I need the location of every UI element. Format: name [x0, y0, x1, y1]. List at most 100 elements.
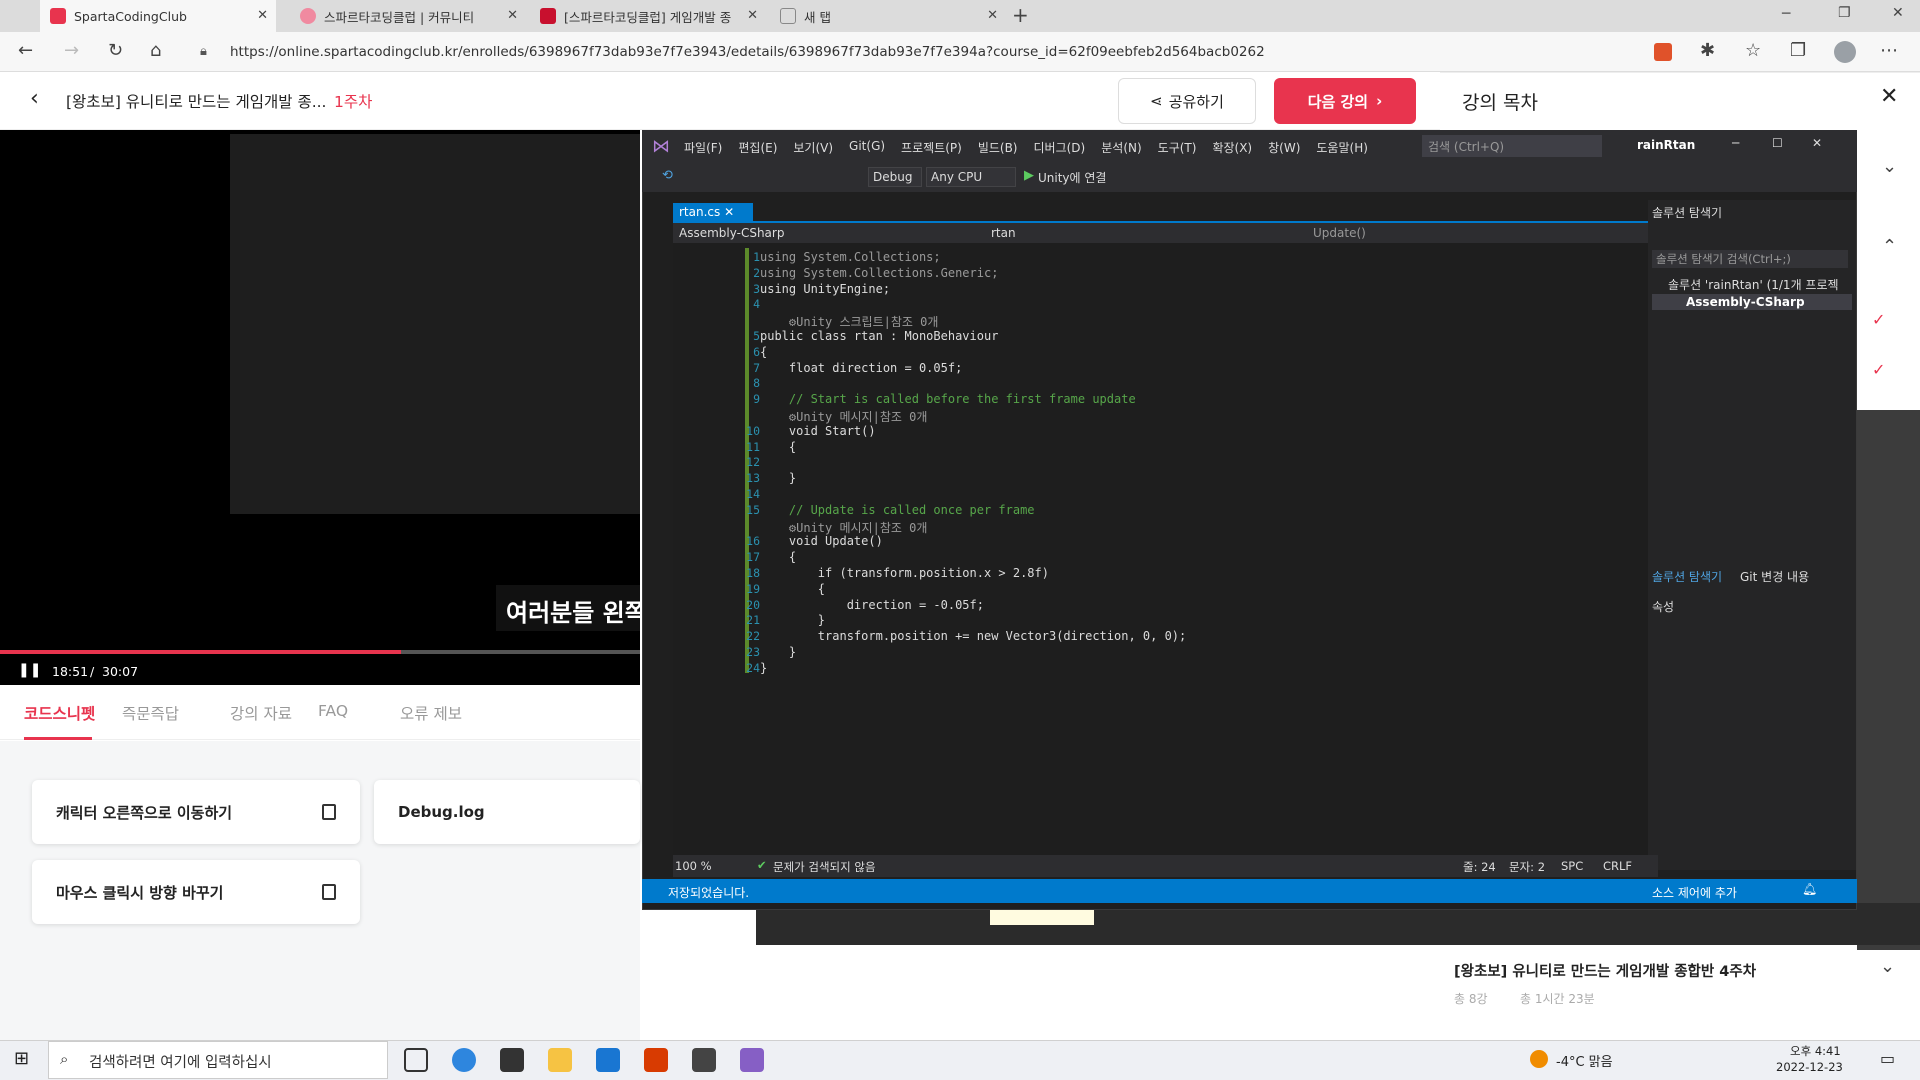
nav-member[interactable]: Update(): [1313, 226, 1366, 240]
nav-back-icon[interactable]: ⟲: [662, 168, 673, 183]
back-arrow-icon[interactable]: ←: [18, 40, 33, 61]
task-view-icon[interactable]: [404, 1048, 428, 1072]
visual-studio-taskbar-icon[interactable]: [740, 1048, 764, 1072]
snippet-card[interactable]: 캐릭터 오른쪽으로 이동하기: [32, 780, 360, 844]
clock-date[interactable]: 2022-12-23: [1776, 1060, 1843, 1074]
favorites-icon[interactable]: ☆: [1745, 40, 1761, 61]
minimize-window-icon[interactable]: ─: [1782, 6, 1790, 22]
file-tab-rtan[interactable]: rtan.cs ✕: [673, 203, 753, 221]
chevron-up-icon[interactable]: ⌃: [1882, 236, 1897, 257]
office-icon[interactable]: [644, 1048, 668, 1072]
tab-code-snippet[interactable]: 코드스니펫: [24, 702, 95, 724]
search-icon: ⌕: [60, 1050, 69, 1068]
tree-project-row[interactable]: Assembly-CSharp: [1652, 294, 1852, 310]
snippet-card[interactable]: Debug.log: [374, 780, 640, 844]
browser-tab-course[interactable]: [스파르타코딩클럽] 게임개발 종 ✕: [530, 0, 766, 32]
copy-icon[interactable]: [322, 804, 336, 820]
snippet-card[interactable]: 마우스 클릭시 방향 바꾸기: [32, 860, 360, 924]
forward-arrow-icon[interactable]: →: [64, 40, 79, 61]
config-select[interactable]: Debug: [868, 167, 922, 187]
nav-class[interactable]: rtan: [991, 226, 1016, 240]
more-menu-icon[interactable]: ⋯: [1880, 40, 1898, 61]
mail-icon[interactable]: [596, 1048, 620, 1072]
collections-icon[interactable]: ❐: [1790, 40, 1806, 61]
close-toc-icon[interactable]: ✕: [1880, 84, 1898, 109]
menu-view[interactable]: 보기(V): [793, 139, 833, 156]
code-line: }: [760, 613, 826, 628]
pause-icon[interactable]: ❚❚: [18, 662, 41, 678]
explorer-tab-git[interactable]: Git 변경 내용: [1740, 568, 1809, 585]
menu-tools[interactable]: 도구(T): [1158, 139, 1197, 156]
tree-project-item[interactable]: Assembly-CSharp: [1686, 295, 1805, 309]
tree-solution-item[interactable]: 솔루션 'rainRtan' (1/1개 프로젝: [1668, 276, 1839, 293]
video-frame: [230, 134, 640, 514]
editor-footer: 100 % ✔ 문제가 검색되지 않음 줄: 24 문자: 2 SPC CRLF: [673, 855, 1658, 877]
close-tab-icon[interactable]: ✕: [987, 8, 998, 23]
back-chevron-icon[interactable]: ‹: [30, 86, 39, 111]
vs-close-icon[interactable]: ✕: [1812, 136, 1822, 150]
menu-extensions[interactable]: 확장(X): [1212, 139, 1252, 156]
browser-tab-community[interactable]: 스파르타코딩클럽 | 커뮤니티 ✕: [290, 0, 526, 32]
menu-debug[interactable]: 디버그(D): [1034, 139, 1086, 156]
play-icon[interactable]: ▶: [1024, 168, 1034, 183]
line-number: 19: [746, 581, 760, 596]
next-lecture-button[interactable]: 다음 강의 ›: [1274, 78, 1416, 124]
browser-tab-new[interactable]: 새 탭 ✕: [770, 0, 1006, 32]
share-button[interactable]: ⋖ 공유하기: [1118, 78, 1256, 124]
unity-hub-icon[interactable]: [692, 1048, 716, 1072]
menu-window[interactable]: 창(W): [1268, 139, 1300, 156]
menu-help[interactable]: 도움말(H): [1316, 139, 1368, 156]
run-button[interactable]: Unity에 연결: [1038, 169, 1106, 186]
vs-maximize-icon[interactable]: ☐: [1772, 136, 1783, 150]
windows-start-icon[interactable]: ⊞: [14, 1048, 29, 1069]
menu-project[interactable]: 프로젝트(P): [901, 139, 962, 156]
nav-project[interactable]: Assembly-CSharp: [679, 226, 784, 240]
close-window-icon[interactable]: ✕: [1892, 5, 1904, 21]
explorer-tab-solution[interactable]: 솔루션 탐색기: [1652, 568, 1722, 585]
new-tab-plus-icon[interactable]: +: [1012, 3, 1029, 27]
browser-tab-sparta[interactable]: SpartaCodingClub ✕: [40, 0, 276, 32]
tab-qna[interactable]: 즉문즉답: [122, 702, 179, 724]
issues-status[interactable]: 문제가 검색되지 않음: [773, 859, 876, 875]
menu-file[interactable]: 파일(F): [684, 139, 722, 156]
notification-center-icon[interactable]: ▭: [1880, 1049, 1895, 1068]
explorer-search-input[interactable]: 솔루션 탐색기 검색(Ctrl+;): [1652, 250, 1848, 268]
menu-git[interactable]: Git(G): [849, 139, 885, 156]
tab-materials[interactable]: 강의 자료: [230, 702, 292, 724]
store-icon[interactable]: [500, 1048, 524, 1072]
share-label: 공유하기: [1168, 92, 1224, 111]
menu-analyze[interactable]: 분석(N): [1101, 139, 1141, 156]
weather-text[interactable]: -4°C 맑음: [1556, 1051, 1613, 1070]
edge-browser-icon[interactable]: [452, 1048, 476, 1072]
menu-edit[interactable]: 편집(E): [738, 139, 777, 156]
clock-time[interactable]: 오후 4:41: [1790, 1043, 1841, 1059]
close-tab-icon[interactable]: ✕: [724, 205, 734, 219]
video-progress-track[interactable]: [0, 650, 640, 654]
extension-icon[interactable]: [1654, 43, 1672, 61]
puzzle-extensions-icon[interactable]: ✱: [1700, 40, 1715, 61]
vs-minimize-icon[interactable]: ─: [1732, 136, 1739, 150]
refresh-icon[interactable]: ↻: [108, 40, 123, 61]
chevron-down-icon[interactable]: ⌄: [1882, 156, 1897, 177]
close-tab-icon[interactable]: ✕: [747, 8, 758, 23]
profile-avatar[interactable]: [1834, 41, 1856, 63]
tab-error-report[interactable]: 오류 제보: [400, 702, 462, 724]
home-icon[interactable]: ⌂: [150, 40, 161, 61]
zoom-level[interactable]: 100 %: [675, 859, 712, 873]
notification-bell-icon[interactable]: 🔔︎: [1802, 882, 1817, 896]
source-control-button[interactable]: 소스 제어에 추가: [1652, 884, 1737, 901]
close-tab-icon[interactable]: ✕: [257, 8, 268, 23]
course-card[interactable]: [왕초보] 유니티로 만드는 게임개발 종합반 4주차 총 8강 총 1시간 2…: [1440, 940, 1920, 1040]
menu-build[interactable]: 빌드(B): [978, 139, 1018, 156]
close-tab-icon[interactable]: ✕: [507, 8, 518, 23]
restore-window-icon[interactable]: ❐: [1838, 5, 1851, 21]
chevron-down-icon[interactable]: ⌄: [1880, 956, 1895, 977]
copy-icon[interactable]: [322, 884, 336, 900]
video-player[interactable]: 여러분들 왼쪽 ❚❚ 18:51 / 30:07: [0, 130, 640, 685]
file-explorer-icon[interactable]: [548, 1048, 572, 1072]
url-bar[interactable]: https://online.spartacodingclub.kr/enrol…: [218, 37, 1658, 67]
platform-select[interactable]: Any CPU: [926, 167, 1016, 187]
vs-search-input[interactable]: 검색 (Ctrl+Q): [1422, 135, 1602, 157]
tab-faq[interactable]: FAQ: [318, 702, 348, 720]
taskbar-search-input[interactable]: 검색하려면 여기에 입력하십시: [48, 1041, 388, 1079]
